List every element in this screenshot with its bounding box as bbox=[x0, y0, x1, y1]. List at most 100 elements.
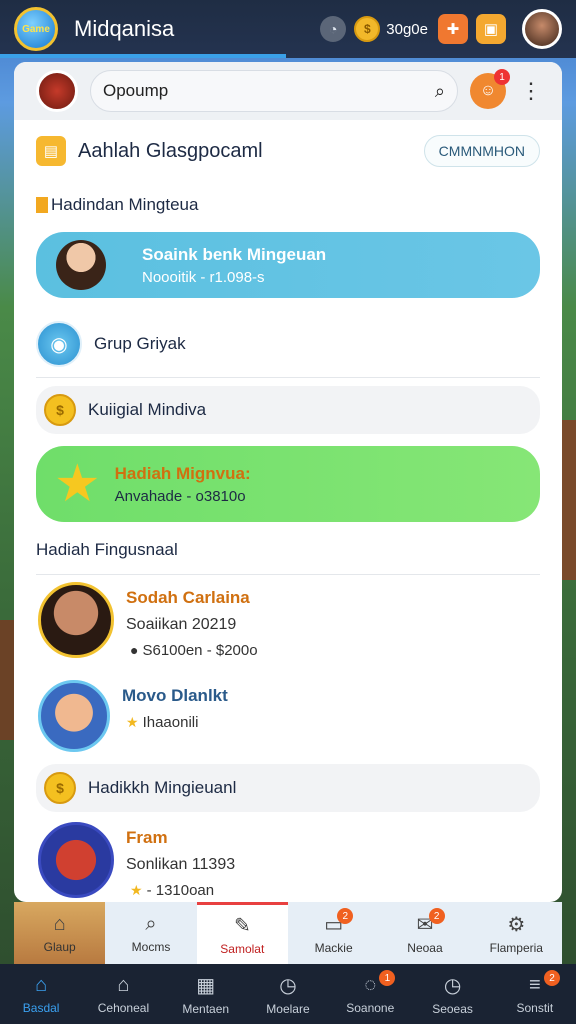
nav-badge: 1 bbox=[379, 970, 396, 986]
coin-icon: ● bbox=[130, 642, 139, 658]
tab-neoaa[interactable]: ✉ 2 Neoaa bbox=[379, 902, 470, 964]
person-meta-text: - 1310oan bbox=[146, 882, 215, 899]
bookmark-icon bbox=[36, 197, 48, 213]
main-panel: ⌕ ☺1 ⋮ ▤ Aahlah Glasgpocaml CMMNMHON Had… bbox=[14, 62, 562, 902]
tab-label: Glaup bbox=[43, 939, 76, 954]
character-avatar bbox=[56, 240, 106, 290]
nav-label: Soanone bbox=[346, 1000, 395, 1015]
nav-seoeas[interactable]: ◷ Seoeas bbox=[411, 964, 493, 1024]
list-item-person[interactable]: Fram Sonlikan 11393 ★ - 1310oan bbox=[38, 822, 235, 899]
nav-cehoneal[interactable]: ⌂ Cehoneal bbox=[82, 964, 164, 1024]
calendar-icon: ▦ bbox=[196, 974, 216, 997]
list-item-person[interactable]: Movo Dlanlkt ★ Ihaaonili bbox=[38, 680, 228, 752]
person-subtitle: Soaiikan 20219 bbox=[126, 616, 237, 633]
inner-tab-bar: ⌂ Glaup ⌕ Mocms ✎ Samolat ▭ 2 Mackie ✉ 2 Neoaa … bbox=[14, 902, 562, 964]
tab-badge: 2 bbox=[337, 908, 354, 924]
list-item[interactable]: $ Kuiigial Mindiva bbox=[36, 386, 540, 434]
section-button[interactable]: CMMNMHON bbox=[423, 135, 540, 167]
gift-icon[interactable]: ✚ bbox=[438, 14, 468, 44]
card-title: Soaink benk Mingeuan bbox=[142, 244, 327, 264]
divider bbox=[36, 574, 540, 575]
nav-label: Basdal bbox=[22, 1000, 60, 1015]
list-item[interactable]: $ Hadikkh Mingieuanl bbox=[36, 764, 540, 812]
person-meta: ● S6100en - $200o bbox=[126, 642, 258, 659]
reward-card-green[interactable]: ★ Hadiah Mignvua: Anvahade - o3810o bbox=[36, 446, 540, 522]
nav-label: Sonstit bbox=[516, 1000, 554, 1015]
tab-samolat[interactable]: ✎ Samolat bbox=[196, 902, 288, 964]
user-avatar[interactable] bbox=[36, 70, 78, 112]
list-item-person[interactable]: Sodah Carlaina Soaiikan 20219 ● S6100en -… bbox=[38, 582, 258, 659]
mascot-icon[interactable]: ☺ 1 bbox=[470, 69, 510, 109]
search-input[interactable] bbox=[103, 81, 435, 101]
nav-sonstit[interactable]: ≡ 2 Sonstit bbox=[494, 964, 576, 1024]
nav-moelare[interactable]: ◷ Moelare bbox=[247, 964, 329, 1024]
reward-card-blue[interactable]: Soaink benk Mingeuan Noooitik - r1.098-s bbox=[36, 232, 540, 298]
nav-label: Moelare bbox=[266, 1001, 310, 1016]
card-subtitle: Noooitik - r1.098-s bbox=[142, 268, 265, 286]
settings-icon: ⚙ bbox=[507, 913, 526, 936]
person-subtitle: Sonlikan 11393 bbox=[126, 856, 236, 873]
list-item-label: Kuiigial Mindiva bbox=[88, 400, 207, 419]
app-logo[interactable]: Game bbox=[14, 7, 58, 51]
nav-basdal[interactable]: ⌂ Basdal bbox=[0, 964, 82, 1024]
coin-icon: $ bbox=[354, 16, 381, 42]
person-meta: ★ Ihaaonili bbox=[122, 714, 228, 731]
person-avatar bbox=[38, 582, 114, 658]
tab-flamperia[interactable]: ⚙ Flamperia bbox=[471, 902, 562, 964]
shop-icon[interactable]: ▣ bbox=[476, 14, 506, 44]
coin-icon: $ bbox=[44, 772, 76, 804]
house-icon: ⌂ bbox=[117, 973, 130, 996]
card-subtitle: Anvahade - o3810o bbox=[114, 487, 246, 505]
notification-badge: 1 bbox=[494, 69, 510, 85]
tab-badge: 2 bbox=[428, 908, 445, 924]
tab-label: Samolat bbox=[220, 942, 265, 956]
home-icon: ⌂ bbox=[53, 912, 66, 935]
nav-soanone[interactable]: ◌ 1 Soanone bbox=[329, 964, 411, 1024]
sub-label: Hadindan Mingteua bbox=[14, 182, 562, 228]
search-icon[interactable]: ⌕ bbox=[435, 81, 445, 102]
nav-mentaen[interactable]: ▦ Mentaen bbox=[165, 964, 247, 1024]
star-icon: ★ bbox=[130, 882, 143, 898]
person-name: Sodah Carlaina bbox=[126, 588, 250, 607]
star-icon: ★ bbox=[54, 455, 101, 513]
person-meta: ★ - 1310oan bbox=[126, 882, 235, 899]
progress-bar bbox=[0, 54, 286, 58]
clock-icon: ◷ bbox=[279, 974, 297, 997]
logo-text: Game bbox=[22, 23, 50, 35]
top-bar: Game Midqanisa ◔ $ 30g0e ✚ ▣ bbox=[0, 0, 576, 58]
gift-icon: ▤ bbox=[36, 136, 66, 166]
nav-label: Cehoneal bbox=[97, 1000, 150, 1015]
tab-glaup[interactable]: ⌂ Glaup bbox=[14, 902, 106, 964]
robot-icon: ◉ bbox=[36, 321, 82, 367]
person-name: Movo Dlanlkt bbox=[122, 686, 228, 705]
tab-label: Mackie bbox=[314, 940, 353, 955]
list-heading: Hadiah Fingusnaal bbox=[36, 540, 178, 559]
nav-label: Mentaen bbox=[182, 1001, 230, 1016]
tab-mocms[interactable]: ⌕ Mocms bbox=[105, 902, 196, 964]
clock-icon: ◷ bbox=[443, 974, 462, 997]
section-header: ▤ Aahlah Glasgpocaml CMMNMHON bbox=[14, 120, 562, 182]
profile-avatar[interactable] bbox=[522, 9, 562, 49]
section-title: Aahlah Glasgpocaml bbox=[78, 139, 263, 162]
chat-icon: ◌ bbox=[364, 973, 377, 996]
list-item-label: Hadikkh Mingieuanl bbox=[88, 778, 237, 797]
coin-balance: 30g0e bbox=[386, 20, 428, 38]
person-avatar bbox=[38, 822, 114, 898]
person-meta-text: S6100en - $200o bbox=[142, 642, 258, 659]
speed-icon[interactable]: ◔ bbox=[320, 16, 347, 42]
nav-badge: 2 bbox=[543, 970, 560, 986]
search-box[interactable]: ⌕ bbox=[90, 70, 458, 112]
search-icon: ⌕ bbox=[145, 912, 157, 935]
edit-icon: ✎ bbox=[233, 915, 251, 937]
star-icon: ★ bbox=[126, 714, 139, 730]
menu-icon: ≡ bbox=[528, 973, 541, 996]
nav-label: Seoeas bbox=[432, 1001, 473, 1016]
list-item-label: Grup Griyak bbox=[94, 334, 186, 353]
person-name: Fram bbox=[126, 828, 168, 847]
divider bbox=[36, 377, 540, 378]
tab-mackie[interactable]: ▭ 2 Mackie bbox=[288, 902, 379, 964]
list-item[interactable]: ◉ Grup Griyak bbox=[36, 320, 540, 368]
sub-label-text: Hadindan Mingteua bbox=[51, 195, 199, 214]
more-icon[interactable]: ⋮ bbox=[520, 80, 542, 102]
tab-label: Neoaa bbox=[407, 940, 443, 955]
